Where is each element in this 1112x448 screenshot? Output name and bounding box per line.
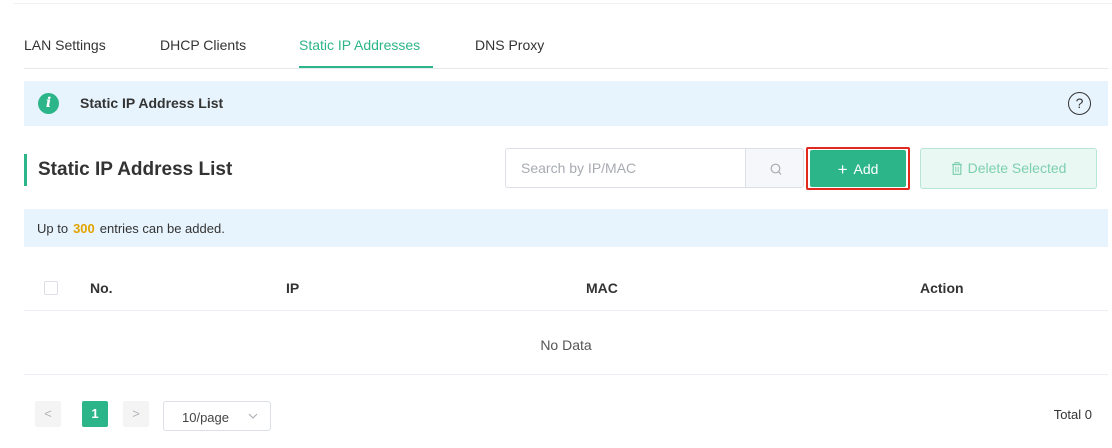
column-ip: IP — [286, 280, 300, 296]
page-number-current[interactable]: 1 — [82, 401, 108, 427]
info-icon: i — [38, 93, 59, 114]
tab-static-ip-addresses[interactable]: Static IP Addresses — [299, 37, 420, 53]
delete-selected-button[interactable]: Delete Selected — [920, 148, 1097, 189]
search-button[interactable] — [745, 148, 804, 188]
column-action: Action — [920, 280, 964, 296]
delete-selected-label: Delete Selected — [967, 160, 1067, 176]
limit-suffix: entries can be added. — [99, 221, 225, 236]
entry-limit-notice: Up to 300 entries can be added. — [24, 209, 1108, 247]
trash-icon — [951, 162, 962, 175]
page-size-value: 10/page — [182, 410, 229, 425]
search-input[interactable] — [506, 149, 745, 187]
plus-icon: + — [837, 160, 848, 179]
section-accent-bar — [24, 154, 27, 186]
add-button[interactable]: + Add — [810, 150, 906, 187]
search-icon — [770, 163, 782, 175]
next-page-button[interactable]: > — [123, 401, 149, 427]
section-title: Static IP Address List — [38, 159, 233, 180]
help-icon[interactable]: ? — [1068, 92, 1091, 115]
column-no: No. — [90, 280, 113, 296]
add-button-label: Add — [853, 161, 879, 177]
column-mac: MAC — [586, 280, 618, 296]
tab-dhcp-clients[interactable]: DHCP Clients — [160, 37, 246, 53]
no-data-text: No Data — [540, 337, 592, 353]
search-field — [505, 148, 745, 188]
active-tab-indicator — [299, 66, 433, 68]
prev-page-button[interactable]: < — [35, 401, 61, 427]
table-empty-row: No Data — [24, 311, 1108, 375]
tab-bar: LAN Settings DHCP Clients Static IP Addr… — [24, 0, 1108, 69]
limit-prefix: Up to — [37, 221, 69, 236]
limit-count: 300 — [73, 221, 95, 236]
select-all-checkbox[interactable] — [44, 281, 58, 295]
chevron-down-icon — [248, 413, 258, 419]
tab-dns-proxy[interactable]: DNS Proxy — [475, 37, 544, 53]
page-size-select[interactable]: 10/page — [163, 401, 271, 431]
table-header: No. IP MAC Action — [24, 265, 1108, 311]
info-banner: i Static IP Address List ? — [24, 81, 1108, 126]
tab-lan-settings[interactable]: LAN Settings — [24, 37, 106, 53]
info-banner-title: Static IP Address List — [80, 95, 224, 111]
total-count: Total 0 — [1053, 407, 1092, 422]
